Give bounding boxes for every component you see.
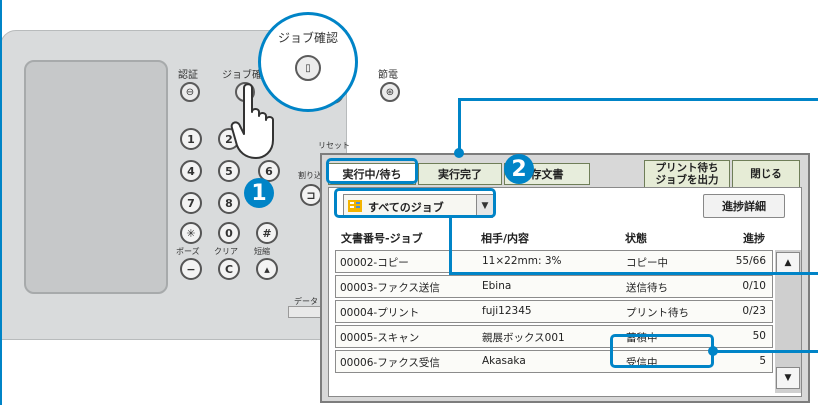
- print-waiting-line1: プリント待ち: [655, 162, 719, 174]
- callout-1: 1: [244, 178, 274, 208]
- callout-2: 2: [504, 154, 534, 184]
- col-progress: 進捗: [743, 232, 765, 245]
- row-job: 00002-コピー: [340, 257, 409, 269]
- table-row[interactable]: 00002-コピー 11×22mm: 3% コピー中 55/66: [335, 250, 773, 273]
- interrupt-button[interactable]: ⊐: [300, 184, 322, 206]
- pause-button[interactable]: −: [180, 258, 202, 280]
- close-button[interactable]: 閉じる: [732, 160, 800, 188]
- leader-line: [458, 98, 818, 101]
- row-content: Akasaka: [482, 355, 526, 367]
- key-asterisk[interactable]: ✳: [180, 222, 202, 244]
- row-progress: 50: [752, 330, 766, 342]
- row-content: Ebina: [482, 280, 512, 292]
- highlight-stored-status: [610, 334, 714, 368]
- key-hash[interactable]: #: [256, 222, 278, 244]
- leader-line: [713, 350, 818, 353]
- row-job: 00005-スキャン: [340, 332, 420, 344]
- row-status: コピー中: [626, 257, 668, 269]
- table-row[interactable]: 00003-ファクス送信 Ebina 送信待ち 0/10: [335, 275, 773, 298]
- row-progress: 5: [759, 355, 766, 367]
- row-status: 送信待ち: [626, 282, 668, 294]
- jobcheck-icon: ▯: [305, 62, 311, 74]
- shortcut-button[interactable]: ▴: [256, 258, 278, 280]
- auth-label: 認証: [178, 70, 198, 81]
- shortcut-label: 短縮: [254, 247, 270, 256]
- auth-button[interactable]: ⊖: [180, 82, 200, 102]
- row-progress: 0/23: [742, 305, 766, 317]
- key-0[interactable]: 0: [218, 222, 240, 244]
- clear-button[interactable]: C: [218, 258, 240, 280]
- leader-dot: [454, 148, 464, 158]
- scroll-down-button[interactable]: ▼: [776, 367, 800, 389]
- highlight-filter-dropdown: [334, 188, 496, 218]
- key-7[interactable]: 7: [180, 192, 202, 214]
- edge-line: [0, 0, 2, 405]
- leader-line: [449, 216, 452, 274]
- clear-label: クリア: [214, 247, 238, 256]
- key-1[interactable]: 1: [180, 128, 202, 150]
- row-job: 00004-プリント: [340, 307, 420, 319]
- print-waiting-button[interactable]: プリント待ち ジョブを出力: [644, 160, 730, 188]
- scroll-up-button[interactable]: ▲: [776, 252, 800, 274]
- row-content: fuji12345: [482, 305, 532, 317]
- auth-key-icon: ⊖: [185, 86, 195, 98]
- progress-detail-button[interactable]: 進捗詳細: [703, 194, 785, 218]
- key-5[interactable]: 5: [218, 160, 240, 182]
- leader-line: [449, 272, 818, 275]
- tab-completed[interactable]: 実行完了: [418, 163, 502, 185]
- interrupt-label: 割り込: [298, 171, 322, 180]
- highlight-running-tab: [326, 158, 418, 184]
- row-status: プリント待ち: [626, 307, 689, 319]
- row-progress: 55/66: [735, 255, 766, 267]
- table-row[interactable]: 00004-プリント fuji12345 プリント待ち 0/23: [335, 300, 773, 323]
- col-job: 文書番号-ジョブ: [341, 232, 423, 245]
- key-4[interactable]: 4: [180, 160, 202, 182]
- row-content: 11×22mm: 3%: [482, 255, 562, 267]
- pause-label: ポーズ: [176, 247, 200, 256]
- row-job: 00003-ファクス送信: [340, 282, 440, 294]
- zoom-jobcheck-button: ▯: [295, 55, 321, 81]
- row-progress: 0/10: [742, 280, 766, 292]
- zoom-callout: ジョブ確認 ▯: [258, 12, 358, 112]
- row-content: 親展ボックス001: [482, 332, 565, 344]
- device-touch-screen: [24, 60, 168, 294]
- col-status: 状態: [625, 232, 647, 245]
- col-content: 相手/内容: [481, 232, 530, 245]
- reset-label: リセット: [318, 141, 350, 150]
- energy-saver-button[interactable]: ⊛: [380, 82, 400, 102]
- energy-saver-icon: ⊛: [385, 86, 395, 98]
- zoom-jobcheck-label: ジョブ確認: [277, 31, 338, 45]
- key-8[interactable]: 8: [218, 192, 240, 214]
- energy-label: 節電: [378, 70, 398, 81]
- print-waiting-line2: ジョブを出力: [655, 174, 719, 186]
- row-job: 00006-ファクス受信: [340, 357, 440, 369]
- job-list-area: すべてのジョブ ▼ 進捗詳細 文書番号-ジョブ 相手/内容 状態 進捗 0000…: [328, 187, 802, 397]
- leader-line: [458, 98, 461, 154]
